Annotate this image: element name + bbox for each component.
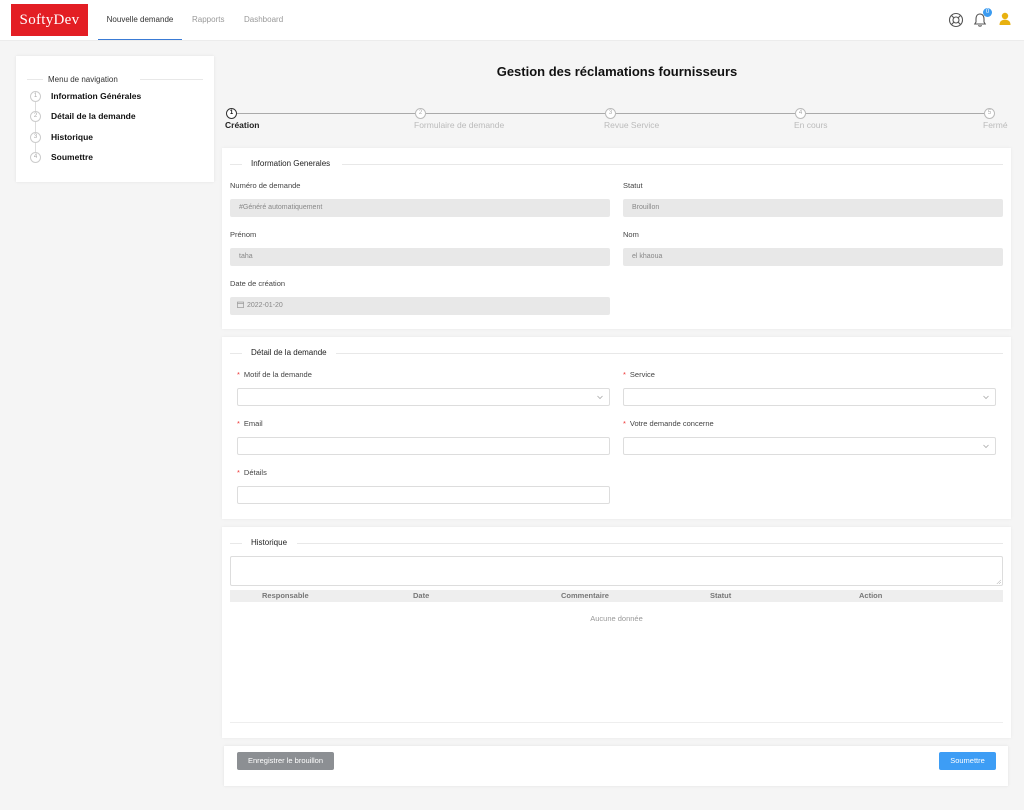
statut-field: Brouillon bbox=[623, 199, 1003, 217]
sidebar-title-divider bbox=[140, 79, 203, 80]
navigation-sidebar: Menu de navigation 1 Information Général… bbox=[16, 56, 214, 182]
historique-card: Historique Responsable Date Commentaire … bbox=[222, 527, 1011, 738]
detail-demande-legend: Détail de la demande bbox=[251, 348, 327, 357]
notification-badge: 0 bbox=[983, 8, 992, 17]
statut-label: Statut bbox=[623, 181, 643, 190]
resize-handle-icon[interactable] bbox=[996, 579, 1001, 584]
historique-comment-textarea[interactable] bbox=[230, 556, 1003, 586]
top-header: SoftyDev Nouvelle demande Rapports Dashb… bbox=[0, 0, 1024, 41]
step-connector bbox=[616, 113, 795, 114]
step-number: 5 bbox=[984, 108, 995, 119]
legend-divider bbox=[230, 353, 242, 354]
nom-field: el khaoua bbox=[623, 248, 1003, 266]
step-label: Fermé bbox=[983, 120, 1008, 130]
column-header-commentaire: Commentaire bbox=[561, 591, 609, 600]
calendar-icon bbox=[237, 301, 244, 308]
motif-select[interactable] bbox=[237, 388, 610, 406]
details-label: * Détails bbox=[237, 468, 267, 477]
table-empty-message: Aucune donnée bbox=[590, 614, 643, 623]
sidebar-title: Menu de navigation bbox=[48, 75, 118, 84]
prenom-field: taha bbox=[230, 248, 610, 266]
email-label: * Email bbox=[237, 419, 263, 428]
historique-table-header: Responsable Date Commentaire Statut Acti… bbox=[230, 590, 1003, 602]
details-field[interactable] bbox=[237, 486, 610, 504]
column-header-date: Date bbox=[413, 591, 430, 600]
step-number: 1 bbox=[226, 108, 237, 119]
user-avatar-icon[interactable] bbox=[997, 11, 1013, 27]
legend-divider bbox=[230, 164, 242, 165]
service-label: * Service bbox=[623, 370, 655, 379]
chevron-down-icon bbox=[983, 444, 989, 449]
step-number: 3 bbox=[605, 108, 616, 119]
prenom-label: Prénom bbox=[230, 230, 257, 239]
sidebar-item-number: 2 bbox=[30, 111, 41, 122]
legend-divider bbox=[230, 543, 242, 544]
sidebar-item-number: 3 bbox=[30, 132, 41, 143]
step-label: Création bbox=[225, 120, 260, 130]
step-connector bbox=[426, 113, 605, 114]
sidebar-item-label: Détail de la demande bbox=[51, 111, 136, 121]
nav-tab-dashboard[interactable]: Dashboard bbox=[244, 0, 283, 40]
email-field[interactable] bbox=[237, 437, 610, 455]
sidebar-item-label: Information Générales bbox=[51, 91, 142, 101]
detail-demande-card: Détail de la demande * Motif de la demand… bbox=[222, 337, 1011, 519]
concerne-label: * Votre demande concerne bbox=[623, 419, 714, 428]
action-footer: Enregistrer le brouillon Soumettre bbox=[224, 746, 1008, 786]
chevron-down-icon bbox=[983, 395, 989, 400]
nom-label: Nom bbox=[623, 230, 639, 239]
softydev-logo[interactable]: SoftyDev bbox=[11, 4, 88, 36]
step-number: 4 bbox=[795, 108, 806, 119]
sidebar-item-number: 4 bbox=[30, 152, 41, 163]
date-creation-label: Date de création bbox=[230, 279, 286, 288]
step-label: En cours bbox=[794, 120, 828, 130]
historique-legend: Historique bbox=[251, 538, 288, 547]
legend-divider bbox=[297, 543, 1003, 544]
sidebar-item-label: Soumettre bbox=[51, 152, 94, 162]
information-generales-legend: Information Generales bbox=[251, 159, 331, 168]
motif-label: * Motif de la demande bbox=[237, 370, 312, 379]
legend-divider bbox=[336, 353, 1003, 354]
step-label: Revue Service bbox=[604, 120, 660, 130]
concerne-select[interactable] bbox=[623, 437, 996, 455]
column-header-action: Action bbox=[859, 591, 883, 600]
column-header-statut: Statut bbox=[710, 591, 732, 600]
sidebar-item-number: 1 bbox=[30, 91, 41, 102]
nav-tab-rapports[interactable]: Rapports bbox=[192, 0, 224, 40]
chevron-down-icon bbox=[597, 395, 603, 400]
step-number: 2 bbox=[415, 108, 426, 119]
information-generales-card: Information Generales Numéro de demande … bbox=[222, 148, 1011, 329]
service-select[interactable] bbox=[623, 388, 996, 406]
legend-divider bbox=[342, 164, 1003, 165]
nav-tab-nouvelle-demande[interactable]: Nouvelle demande bbox=[98, 0, 182, 40]
save-draft-button[interactable]: Enregistrer le brouillon bbox=[237, 752, 334, 770]
numero-demande-field: #Généré automatiquement bbox=[230, 199, 610, 217]
numero-demande-label: Numéro de demande bbox=[230, 181, 301, 190]
step-connector bbox=[806, 113, 984, 114]
date-creation-value: 2022-01-20 bbox=[247, 302, 283, 309]
submit-button[interactable]: Soumettre bbox=[939, 752, 996, 770]
column-header-responsable: Responsable bbox=[262, 591, 309, 600]
page-title: Gestion des réclamations fournisseurs bbox=[496, 64, 738, 79]
table-bottom-divider bbox=[230, 722, 1003, 723]
date-creation-field: 2022-01-20 bbox=[230, 297, 610, 315]
sidebar-title-divider bbox=[27, 79, 43, 80]
step-connector bbox=[237, 113, 415, 114]
sidebar-item-label: Historique bbox=[51, 132, 94, 142]
help-lifebuoy-icon[interactable] bbox=[948, 12, 964, 28]
step-label: Formulaire de demande bbox=[414, 120, 505, 130]
